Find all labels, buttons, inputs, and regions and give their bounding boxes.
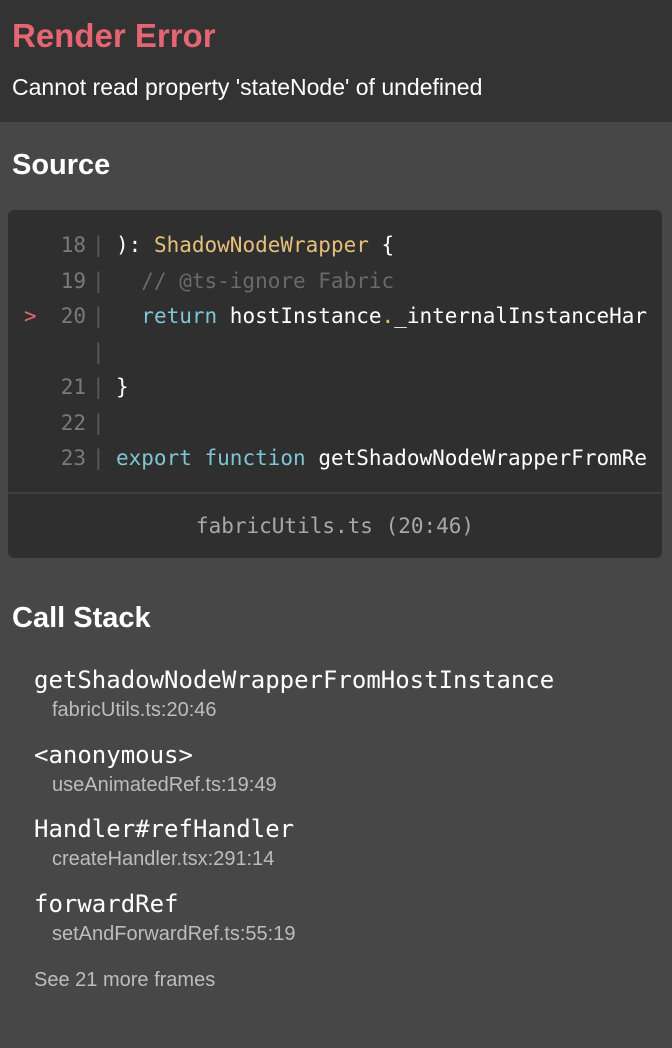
gutter-divider: | xyxy=(92,375,105,399)
source-heading: Source xyxy=(12,149,111,181)
stack-frame-function: forwardRef xyxy=(34,889,179,918)
see-more-frames-button[interactable]: See 21 more frames xyxy=(34,966,215,994)
code-text: ): ShadowNodeWrapper { xyxy=(116,228,394,264)
code-line: 19 | // @ts-ignore Fabric xyxy=(8,264,662,300)
code-text: // @ts-ignore Fabric xyxy=(116,264,394,300)
gutter-divider: | xyxy=(92,410,105,435)
code-token: // @ts-ignore Fabric xyxy=(116,268,395,293)
gutter-divider: | xyxy=(92,268,105,293)
gutter-divider: | xyxy=(92,304,105,328)
code-token: { xyxy=(368,233,395,257)
stack-frame[interactable]: <anonymous> useAnimatedRef.ts:19:49 xyxy=(34,739,554,814)
gutter-divider: | xyxy=(92,233,105,257)
call-stack-list: getShadowNodeWrapperFromHostInstance fabr… xyxy=(34,664,554,962)
code-token: } xyxy=(116,375,129,399)
code-token: _internalInstanceHar xyxy=(394,304,648,328)
code-token: return xyxy=(141,304,218,328)
line-number: 19 xyxy=(60,268,86,293)
stack-frame-location: createHandler.tsx:291:14 xyxy=(52,848,275,870)
code-token: getShadowNodeWrapperFromRe xyxy=(305,446,648,470)
stack-frame-location: useAnimatedRef.ts:19:49 xyxy=(52,773,277,796)
line-number: 22 xyxy=(60,410,86,435)
stack-frame[interactable]: forwardRef setAndForwardRef.ts:55:19 xyxy=(34,888,554,963)
code-line: 21 |} xyxy=(8,370,662,406)
code-text: } xyxy=(116,370,129,406)
code-line: 23 | export function getShadowNodeWrapperF… xyxy=(8,441,662,477)
code-line: | xyxy=(8,335,662,371)
line-number: 23 xyxy=(60,446,86,470)
call-stack-heading: Call Stack xyxy=(12,602,151,634)
line-number: 20 xyxy=(60,304,86,328)
code-token: ShadowNodeWrapper xyxy=(153,233,369,257)
code-token: function xyxy=(204,446,306,470)
source-file-location[interactable]: fabricUtils.ts (20:46) xyxy=(8,492,662,558)
stack-frame[interactable]: Handler#refHandler createHandler.tsx:291:… xyxy=(34,813,554,888)
code-text: export function getShadowNodeWrapperFrom… xyxy=(116,441,647,477)
line-number: 18 xyxy=(60,233,86,257)
code-line: 18 |): ShadowNodeWrapper { xyxy=(8,228,662,264)
code-token: ): xyxy=(116,233,154,257)
stack-frame[interactable]: getShadowNodeWrapperFromHostInstance fabr… xyxy=(34,664,554,739)
code-token: . xyxy=(381,304,395,328)
stack-frame-location: fabricUtils.ts:20:46 xyxy=(52,699,217,721)
code-line: 22 | xyxy=(8,406,662,442)
code-token: export xyxy=(116,446,192,470)
code-lines: 18 |): ShadowNodeWrapper {19 | // @ts-igno… xyxy=(8,210,662,476)
code-token: hostInstance xyxy=(217,304,382,328)
gutter-divider: | xyxy=(92,339,105,364)
code-line: >20 | return hostInstance._internalInstan… xyxy=(8,299,662,335)
code-text: return hostInstance._internalInstanceHar xyxy=(116,299,647,335)
code-frame[interactable]: 18 |): ShadowNodeWrapper {19 | // @ts-igno… xyxy=(8,210,662,558)
stack-frame-function: getShadowNodeWrapperFromHostInstance xyxy=(34,666,555,694)
stack-frame-function: <anonymous> xyxy=(34,740,193,769)
gutter-divider: | xyxy=(92,446,105,470)
stack-frame-function: Handler#refHandler xyxy=(34,815,295,843)
line-number: 21 xyxy=(60,375,86,399)
stack-frame-location: setAndForwardRef.ts:55:19 xyxy=(52,922,296,945)
